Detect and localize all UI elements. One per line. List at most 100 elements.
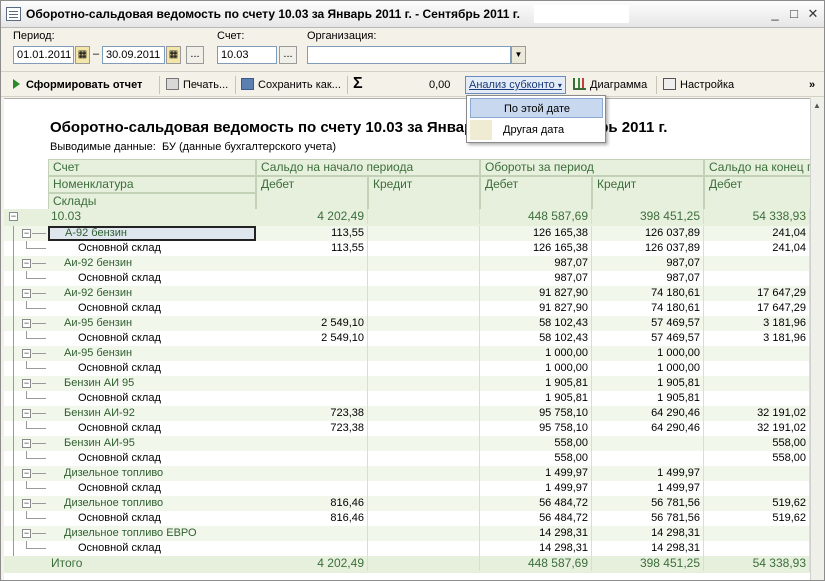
menu-item-other-date[interactable]: Другая дата [470, 120, 603, 140]
maximize-button[interactable]: □ [786, 6, 802, 22]
cell-close-d: 32 191,02 [704, 406, 810, 421]
save-as-button[interactable]: Сохранить как... [241, 76, 341, 94]
tree-gutter: − [4, 436, 49, 451]
list-item[interactable]: − Бензин АИ 95 1 905,81 1 905,81 [4, 376, 810, 391]
list-item[interactable]: − Дизельное топливо 816,46 56 484,72 56 781,… [4, 496, 810, 511]
cell-open-d: 723,38 [256, 421, 368, 436]
cell-turn-d: 1 000,00 [480, 361, 592, 376]
list-item[interactable]: − Аи-95 бензин 2 549,10 58 102,43 57 469,57 3… [4, 316, 810, 331]
account-select-button[interactable]: ... [279, 46, 297, 64]
chart-icon [573, 78, 586, 90]
period-select-button[interactable]: ... [186, 46, 204, 64]
tree-line [13, 241, 14, 256]
menu-item-this-date[interactable]: По этой дате [470, 98, 603, 118]
chevron-down-icon[interactable]: ▼ [511, 46, 526, 64]
collapse-icon[interactable]: − [22, 529, 31, 538]
row-name: Дизельное топливо [64, 497, 164, 509]
tree-line [26, 488, 46, 489]
date-from-field[interactable]: 01.01.2011 [13, 46, 74, 64]
cell-turn-c: 398 451,25 [592, 556, 704, 571]
subtitle-value: БУ (данные бухгалтерского учета) [161, 141, 337, 153]
collapse-icon[interactable]: − [22, 319, 31, 328]
tree-gutter [4, 391, 49, 406]
list-item[interactable]: − А-92 бензин 113,55 126 165,38 126 037,89 24… [4, 226, 810, 241]
cell-close-d: 241,04 [704, 226, 810, 241]
tree-line [26, 368, 46, 369]
list-item[interactable]: Основной склад 1 000,00 1 000,00 [4, 361, 810, 376]
list-item[interactable]: Основной склад 987,07 987,07 [4, 271, 810, 286]
grand-total-row[interactable]: Итого 4 202,49 448 587,69 398 451,25 54 338,… [4, 556, 810, 573]
account-field[interactable]: 10.03 [217, 46, 277, 64]
collapse-icon[interactable]: − [22, 439, 31, 448]
tree-line [13, 481, 14, 496]
collapse-icon[interactable]: − [22, 379, 31, 388]
cell-open-d [256, 451, 368, 466]
report-area: Оборотно-сальдовая ведомость по счету 10… [4, 98, 810, 580]
list-item[interactable]: Основной склад 91 827,90 74 180,61 17 647,2… [4, 301, 810, 316]
tree-line [13, 436, 14, 451]
tree-line [13, 391, 14, 406]
tree-line [32, 383, 46, 384]
account-total-row[interactable]: − 10.03 4 202,49 448 587,69 398 451,25 54 338… [4, 209, 810, 226]
cell-close-d [704, 391, 810, 406]
date-to-field[interactable]: 30.09.2011 [102, 46, 165, 64]
collapse-icon[interactable]: − [22, 499, 31, 508]
diagram-button[interactable]: Диаграмма [573, 76, 647, 94]
list-item[interactable]: Основной склад 2 549,10 58 102,43 57 469,57… [4, 331, 810, 346]
close-button[interactable]: ✕ [805, 6, 821, 22]
row-name: Основной склад [78, 362, 161, 374]
cell-turn-c: 57 469,57 [592, 331, 704, 346]
account-label: Счет: [217, 30, 245, 42]
calendar-from-icon[interactable]: ▦ [75, 46, 90, 64]
sum-button[interactable]: Σ [353, 75, 363, 93]
organization-field[interactable] [307, 46, 511, 64]
cell-close-d [704, 376, 810, 391]
tree-line [26, 518, 46, 519]
list-item[interactable]: − Бензин АИ-95 558,00 558,00 [4, 436, 810, 451]
settings-button[interactable]: Настройка [663, 76, 734, 94]
list-item[interactable]: Основной склад 1 499,97 1 499,97 [4, 481, 810, 496]
subtitle-label: Выводимые данные: [50, 141, 156, 153]
cell-open-c [368, 361, 480, 376]
list-item[interactable]: − Аи-92 бензин 91 827,90 74 180,61 17 647,29 [4, 286, 810, 301]
cell-close-d [704, 256, 810, 271]
collapse-icon[interactable]: − [22, 289, 31, 298]
tree-line [13, 226, 14, 241]
collapse-icon[interactable]: − [22, 409, 31, 418]
vertical-scrollbar[interactable]: ▲ [810, 98, 824, 580]
collapse-icon[interactable]: − [22, 349, 31, 358]
header-opening-balance: Сальдо на начало периода [256, 159, 480, 176]
list-item[interactable]: Основной склад 1 905,81 1 905,81 [4, 391, 810, 406]
collapse-icon[interactable]: − [22, 469, 31, 478]
list-item[interactable]: Основной склад 14 298,31 14 298,31 [4, 541, 810, 556]
generate-report-button[interactable]: Сформировать отчет [13, 76, 142, 94]
collapse-icon[interactable]: − [22, 229, 31, 238]
tree-line [26, 398, 46, 399]
cell-close-d [704, 526, 810, 541]
report-window: Оборотно-сальдовая ведомость по счету 10… [0, 0, 825, 581]
calendar-to-icon[interactable]: ▦ [166, 46, 181, 64]
list-item[interactable]: − Дизельное топливо 1 499,97 1 499,97 [4, 466, 810, 481]
list-item[interactable]: − Аи-95 бензин 1 000,00 1 000,00 [4, 346, 810, 361]
list-item[interactable]: Основной склад 816,46 56 484,72 56 781,56 51… [4, 511, 810, 526]
list-item[interactable]: − Дизельное топливо ЕВРО 14 298,31 14 298,3… [4, 526, 810, 541]
print-button[interactable]: Печать... [166, 76, 228, 94]
list-item[interactable]: Основной склад 113,55 126 165,38 126 037,89… [4, 241, 810, 256]
scroll-up-icon[interactable]: ▲ [813, 101, 821, 110]
cell-turn-d: 91 827,90 [480, 286, 592, 301]
analysis-subconto-button[interactable]: Анализ субконто ▾ [465, 76, 566, 94]
analysis-dropdown-menu: По этой дате Другая дата [466, 95, 606, 143]
cell-turn-d: 14 298,31 [480, 526, 592, 541]
list-item[interactable]: Основной склад 558,00 558,00 [4, 451, 810, 466]
list-item[interactable]: − Бензин АИ-92 723,38 95 758,10 64 290,46 32 … [4, 406, 810, 421]
more-button[interactable]: » [809, 76, 815, 94]
collapse-icon[interactable]: − [22, 259, 31, 268]
list-item[interactable]: Основной склад 723,38 95 758,10 64 290,46 32… [4, 421, 810, 436]
minimize-button[interactable]: _ [767, 6, 783, 22]
row-name: Основной склад [78, 482, 161, 494]
tree-line [13, 316, 14, 331]
cell-close-d: 519,62 [704, 511, 810, 526]
list-item[interactable]: − Аи-92 бензин 987,07 987,07 [4, 256, 810, 271]
collapse-icon[interactable]: − [9, 212, 18, 221]
cell-open-c [368, 301, 480, 316]
